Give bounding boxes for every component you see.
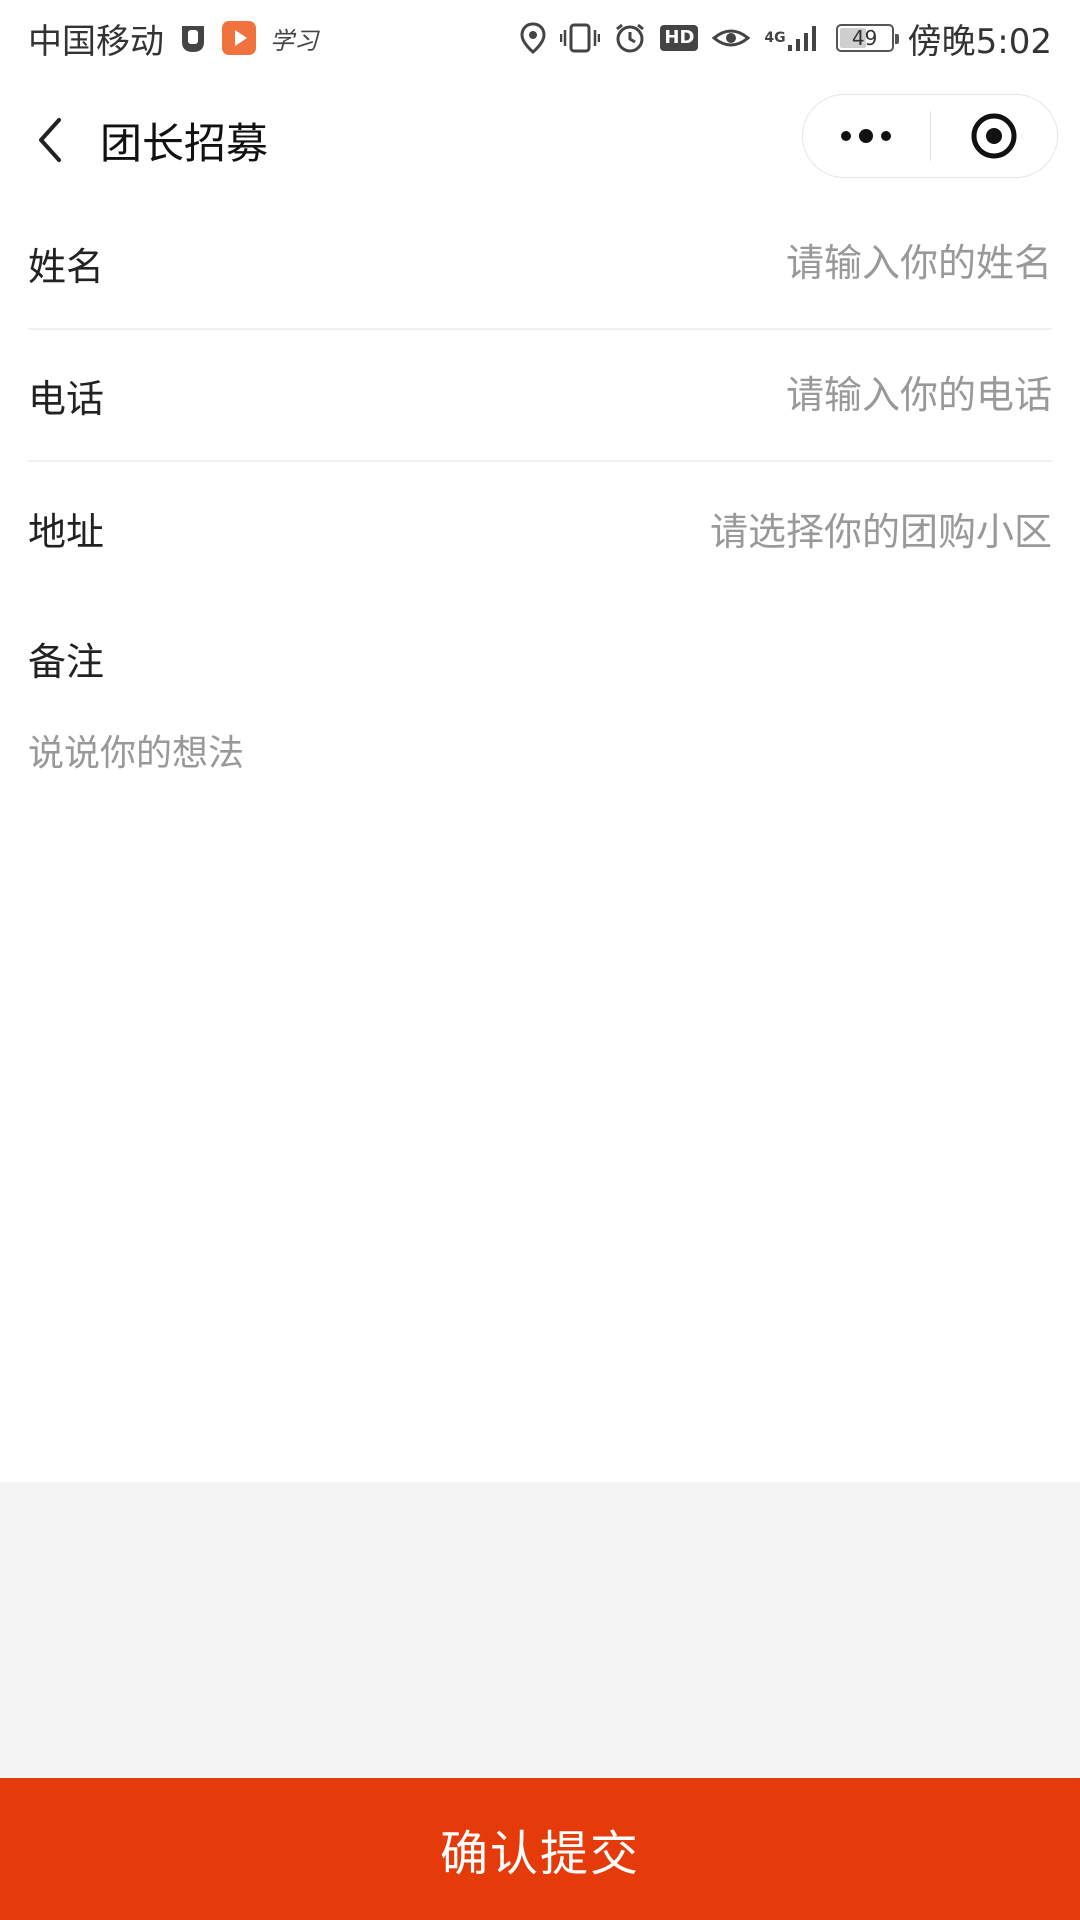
close-miniprogram-button[interactable] <box>931 95 1058 177</box>
name-input[interactable] <box>492 241 1052 285</box>
phone-input[interactable] <box>492 373 1052 417</box>
nav-bar: 团长招募 <box>0 92 1080 188</box>
phone-row: 电话 <box>28 330 1052 462</box>
hd-icon: HD <box>660 25 699 51</box>
network-type-label: 4G <box>764 30 786 46</box>
name-label: 姓名 <box>28 244 105 289</box>
footer-gray-area <box>0 1482 1080 1778</box>
address-picker[interactable]: 请选择你的团购小区 <box>710 501 1052 556</box>
battery-level: 49 <box>851 26 878 50</box>
status-left: 中国移动 学习 <box>28 14 318 63</box>
address-label: 地址 <box>28 509 105 554</box>
notes-block: 备注 <box>28 594 1052 1346</box>
notes-textarea[interactable] <box>28 706 1052 1346</box>
status-bar: 中国移动 学习 HD 4G 49 傍晚5:02 <box>0 0 1080 76</box>
submit-button[interactable]: 确认提交 <box>0 1778 1080 1920</box>
signal-icon: 4G <box>764 23 821 53</box>
study-app-label: 学习 <box>270 26 318 55</box>
back-chevron-icon <box>39 118 61 162</box>
video-app-icon <box>222 21 256 55</box>
recruit-form: 姓名 电话 地址 请选择你的团购小区 备注 <box>0 198 1080 1346</box>
target-close-icon <box>971 113 1017 159</box>
vibrate-icon <box>560 22 601 54</box>
more-button[interactable] <box>803 95 930 177</box>
location-icon <box>520 22 546 54</box>
back-button[interactable] <box>0 92 100 188</box>
address-row[interactable]: 地址 请选择你的团购小区 <box>28 462 1052 594</box>
miniprogram-capsule <box>802 94 1058 178</box>
carrier-name: 中国移动 <box>28 21 164 62</box>
page-title: 团长招募 <box>100 118 269 168</box>
status-right: HD 4G 49 傍晚5:02 <box>520 14 1052 63</box>
badge-icon <box>178 22 208 54</box>
phone-label: 电话 <box>28 376 105 421</box>
notes-label: 备注 <box>28 639 105 684</box>
name-row: 姓名 <box>28 198 1052 330</box>
eye-icon <box>712 24 751 52</box>
more-dots-icon <box>841 129 892 143</box>
status-time: 傍晚5:02 <box>907 21 1052 62</box>
battery-icon: 49 <box>835 24 899 52</box>
alarm-icon <box>614 22 646 54</box>
